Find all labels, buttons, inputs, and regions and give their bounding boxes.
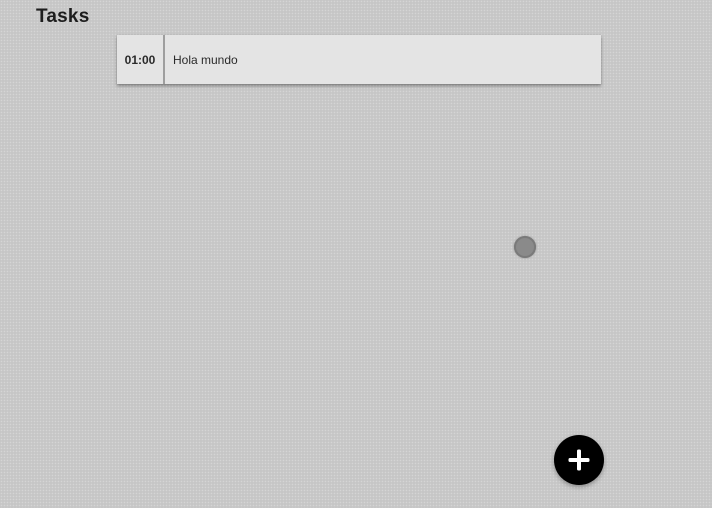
task-card[interactable]: 01:00 Hola mundo: [117, 35, 601, 84]
task-title: Hola mundo: [173, 52, 238, 67]
task-list: 01:00 Hola mundo: [117, 35, 601, 84]
plus-icon: [567, 448, 591, 472]
touch-indicator: [514, 236, 536, 258]
page-title: Tasks: [36, 6, 90, 27]
add-task-button[interactable]: [554, 435, 604, 485]
task-time: 01:00: [117, 35, 165, 84]
